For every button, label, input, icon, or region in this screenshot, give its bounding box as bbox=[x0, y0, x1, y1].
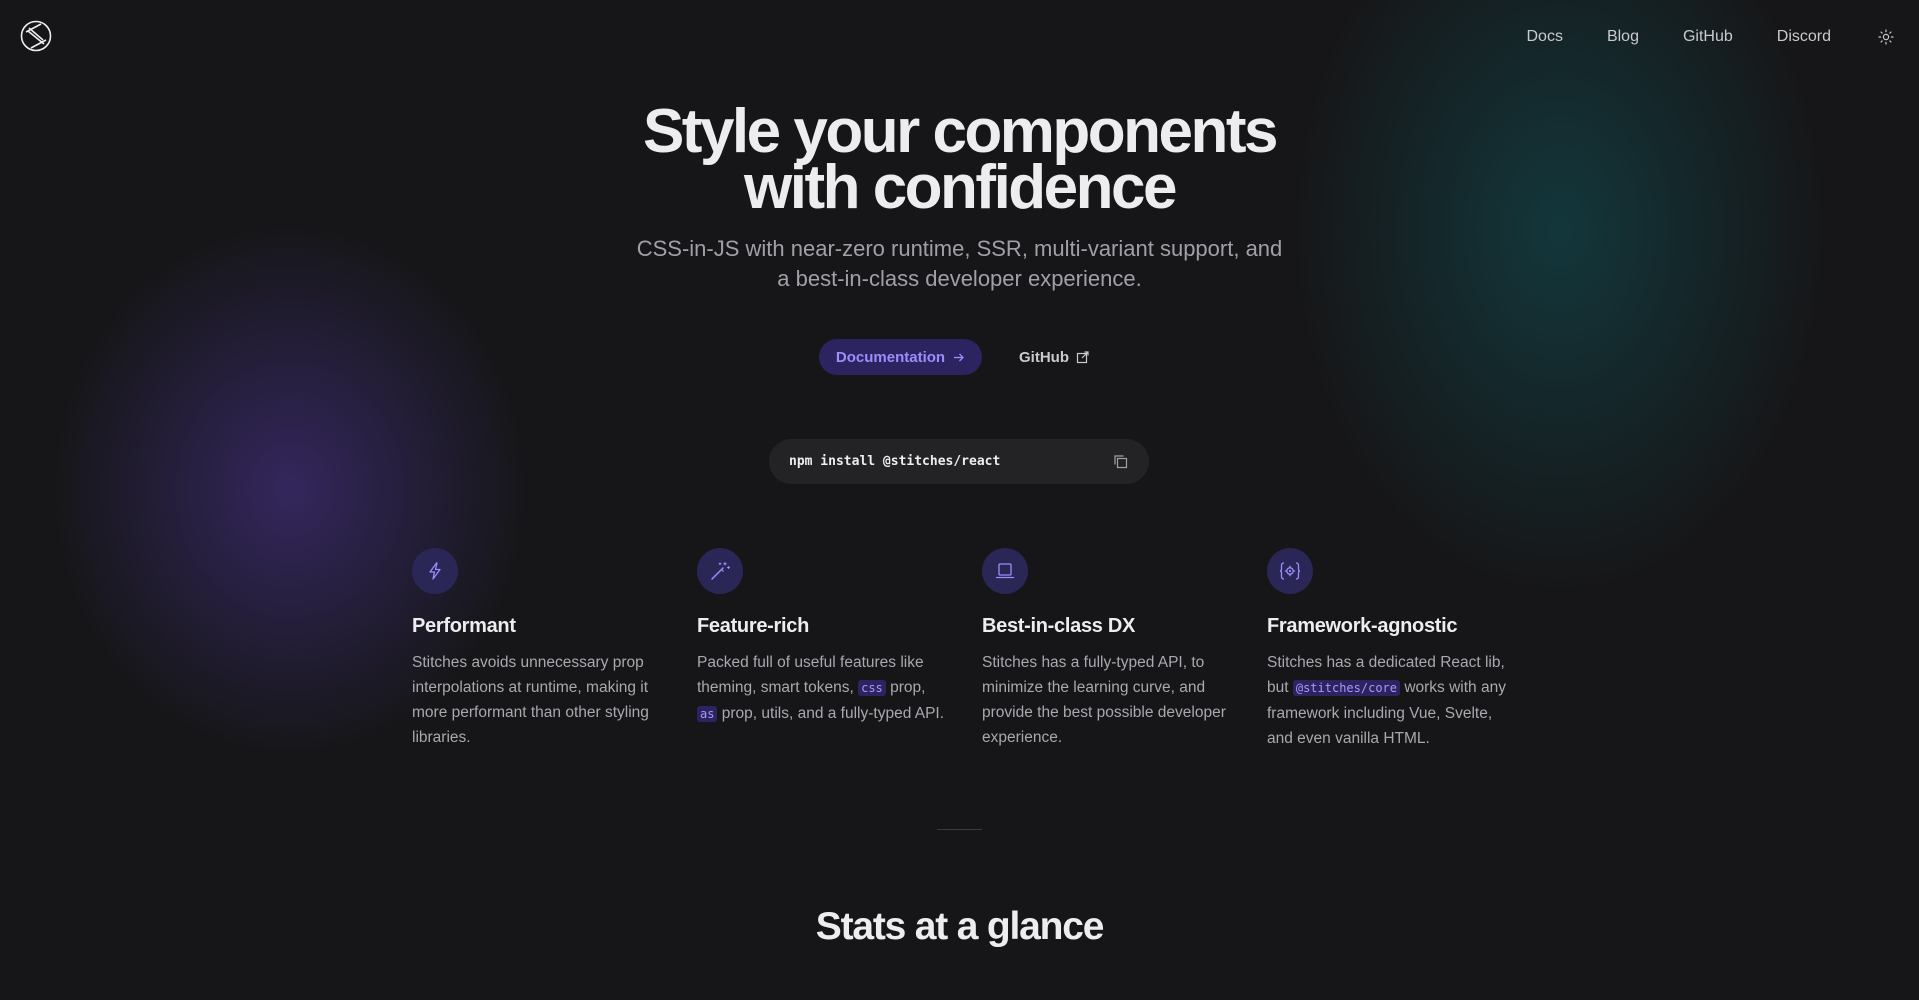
external-link-icon bbox=[1076, 350, 1089, 363]
stats-title: Stats at a glance bbox=[815, 905, 1105, 948]
feature-best-in-class-dx: Best-in-class DX Stitches has a fully-ty… bbox=[982, 548, 1232, 750]
install-command-box: npm install @stitches/react bbox=[769, 439, 1149, 484]
top-nav: Docs Blog GitHub Discord bbox=[1526, 26, 1919, 48]
nav-blog-link[interactable]: Blog bbox=[1607, 28, 1639, 46]
theme-toggle-button[interactable] bbox=[1875, 26, 1897, 48]
feature-desc-text: prop, utils, and a fully-typed API. bbox=[717, 705, 945, 722]
feature-feature-rich: Feature-rich Packed full of useful featu… bbox=[697, 548, 947, 727]
feature-framework-agnostic: Framework-agnostic Stitches has a dedica… bbox=[1267, 548, 1517, 751]
stitches-logo-icon[interactable] bbox=[20, 20, 52, 52]
sun-icon bbox=[1878, 29, 1894, 45]
feature-description: Packed full of useful features like them… bbox=[697, 650, 947, 727]
code-gear-icon bbox=[1267, 548, 1313, 594]
documentation-button-label: Documentation bbox=[835, 348, 946, 366]
copy-button[interactable] bbox=[1111, 453, 1129, 471]
nav-github-link[interactable]: GitHub bbox=[1683, 28, 1733, 46]
feature-desc-text: prop, bbox=[885, 679, 926, 696]
feature-title: Framework-agnostic bbox=[1267, 615, 1458, 637]
documentation-button[interactable]: Documentation bbox=[819, 339, 982, 375]
feature-title: Performant bbox=[412, 615, 516, 637]
magic-wand-icon bbox=[697, 548, 743, 594]
github-button-label: GitHub bbox=[1019, 348, 1069, 366]
copy-icon bbox=[1113, 455, 1127, 469]
page: Docs Blog GitHub Discord Style your comp… bbox=[0, 0, 1919, 1000]
laptop-icon bbox=[982, 548, 1028, 594]
hero-subtitle-line2: a best-in-class developer experience. bbox=[777, 266, 1142, 291]
github-button[interactable]: GitHub bbox=[1004, 339, 1104, 375]
feature-description: Stitches has a dedicated React lib, but … bbox=[1267, 650, 1517, 751]
feature-performant: Performant Stitches avoids unnecessary p… bbox=[412, 548, 662, 750]
section-divider bbox=[937, 829, 982, 830]
code-css: css bbox=[858, 680, 886, 696]
hero-title-line2: with confidence bbox=[744, 153, 1177, 222]
code-stitches-core: @stitches/core bbox=[1292, 680, 1401, 696]
hero-subtitle-line1: CSS-in-JS with near-zero runtime, SSR, m… bbox=[636, 236, 1283, 261]
feature-description: Stitches avoids unnecessary prop interpo… bbox=[412, 654, 649, 746]
lightning-icon bbox=[412, 548, 458, 594]
feature-title: Best-in-class DX bbox=[982, 615, 1136, 637]
code-as: as bbox=[697, 706, 718, 722]
feature-description: Stitches has a fully-typed API, to minim… bbox=[982, 654, 1226, 746]
arrow-right-icon bbox=[954, 353, 964, 361]
hero-title: Style your components with confidence bbox=[0, 101, 1919, 219]
nav-discord-link[interactable]: Discord bbox=[1777, 28, 1831, 46]
nav-docs-link[interactable]: Docs bbox=[1526, 28, 1562, 46]
hero-subtitle: CSS-in-JS with near-zero runtime, SSR, m… bbox=[620, 234, 1299, 294]
feature-title: Feature-rich bbox=[697, 615, 809, 637]
install-command[interactable]: npm install @stitches/react bbox=[789, 454, 1111, 469]
